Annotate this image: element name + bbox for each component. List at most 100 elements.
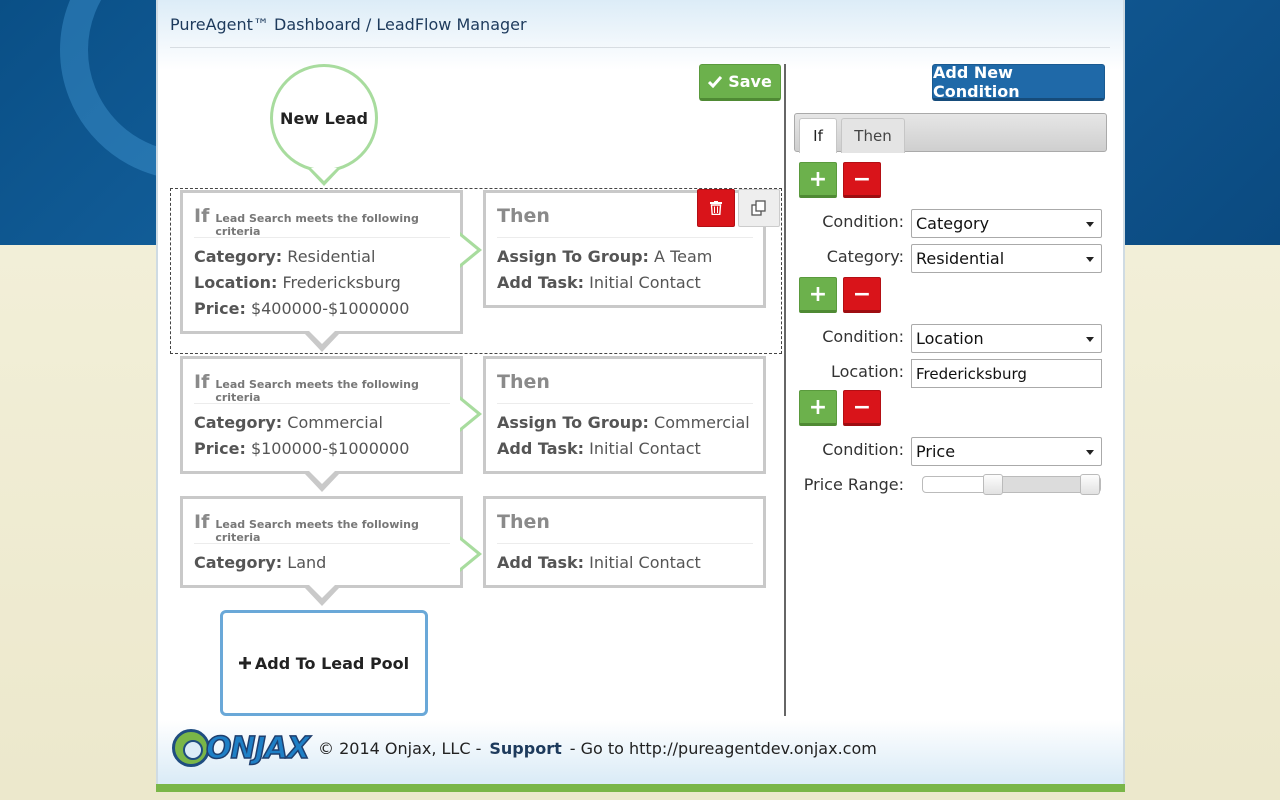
support-link[interactable]: Support [489,739,561,758]
connector-arrow-inner [460,540,477,568]
rule-1-if-card[interactable]: If Lead Search meets the following criter… [180,190,463,334]
chevron-down-icon [1086,222,1094,227]
chevron-down-icon [1086,450,1094,455]
action-row: Assign To Group: Commercial [497,410,753,436]
condition-label: Condition: [822,440,904,459]
action-key: Add Task: [497,439,585,458]
trash-icon [710,201,722,215]
condition-row: Price: $400000-$1000000 [194,296,450,322]
flow-arrow-down-inner [309,471,335,484]
condition-select-value: Location [916,329,984,348]
connector-arrow-inner [460,400,477,428]
save-label: Save [728,72,772,91]
then-title: Then [497,511,550,533]
rule-3-if-card[interactable]: If Lead Search meets the following criter… [180,496,463,588]
rule-2-if-card[interactable]: If Lead Search meets the following criter… [180,356,463,474]
condition-row: Price: $100000-$1000000 [194,436,450,462]
add-condition-button[interactable]: + [799,277,837,313]
footer: ONJAX © 2014 Onjax, LLC - Support - Go t… [170,726,877,770]
power-ring-icon [172,729,210,767]
remove-condition-button[interactable]: − [843,277,881,313]
add-condition-button[interactable]: + [799,390,837,426]
flow-arrow-down-inner [309,585,335,598]
tab-if[interactable]: If [799,118,837,153]
then-title: Then [497,371,550,393]
tab-then[interactable]: Then [841,118,905,153]
breadcrumb: PureAgent™ Dashboard / LeadFlow Manager [170,15,527,34]
condition-select[interactable]: Price [911,437,1102,466]
panel-divider [784,64,786,716]
action-value: Initial Contact [589,553,701,572]
onjax-logo: ONJAX [170,727,311,769]
if-title: If [194,511,210,533]
action-key: Assign To Group: [497,247,649,266]
condition-row: Category: Land [194,550,450,576]
condition-select-value: Price [916,442,956,461]
footer-accent-bar [156,784,1125,792]
chevron-down-icon [1086,337,1094,342]
card-divider [497,543,753,544]
remove-condition-button[interactable]: − [843,162,881,198]
condition-label: Condition: [822,327,904,346]
remove-condition-button[interactable]: − [843,390,881,426]
condition-key: Category: [194,413,283,432]
category-select[interactable]: Residential [911,244,1102,273]
condition-value: Land [287,553,327,572]
condition-key: Location: [194,273,278,292]
condition-label: Condition: [822,212,904,231]
copy-rule-button[interactable] [738,189,780,227]
start-node-pointer-inner [311,168,337,181]
add-new-condition-button[interactable]: Add New Condition [932,63,1105,101]
condition-row: Category: Residential [194,244,450,270]
action-row: Add Task: Initial Contact [497,436,753,462]
chevron-down-icon [1086,257,1094,262]
add-to-lead-pool-node[interactable]: Add To Lead Pool [220,610,428,716]
slider-handle-low[interactable] [982,474,1003,495]
rule-3-then-card[interactable]: Then Add Task: Initial Contact [483,496,766,588]
start-node-new-lead[interactable]: New Lead [270,64,378,172]
action-row: Add Task: Initial Contact [497,270,753,296]
copy-icon [751,200,766,216]
category-label: Category: [826,247,904,266]
if-subtitle: Lead Search meets the following criteria [215,378,419,404]
condition-key: Category: [194,247,283,266]
add-condition-button[interactable]: + [799,162,837,198]
editor-tabs: If Then [794,113,1107,153]
if-title: If [194,205,210,227]
action-key: Add Task: [497,273,585,292]
condition-select-value: Category [916,214,990,233]
condition-key: Price: [194,299,246,318]
card-divider [497,237,753,238]
condition-select[interactable]: Location [911,324,1102,353]
then-title: Then [497,205,550,227]
condition-select[interactable]: Category [911,209,1102,238]
action-value: Initial Contact [589,273,701,292]
header-divider [170,47,1110,48]
if-title: If [194,371,210,393]
condition-key: Price: [194,439,246,458]
action-row: Assign To Group: A Team [497,244,753,270]
delete-rule-button[interactable] [697,189,735,227]
price-range-slider[interactable] [922,474,1101,495]
if-subtitle: Lead Search meets the following criteria [215,518,419,544]
condition-value: $400000-$1000000 [250,299,410,318]
lead-pool-label: Add To Lead Pool [254,653,410,673]
location-input[interactable] [911,359,1102,388]
connector-arrow-inner [460,236,477,264]
rule-2-then-card[interactable]: Then Assign To Group: Commercial Add Tas… [483,356,766,474]
card-divider [497,403,753,404]
action-key: Assign To Group: [497,413,649,432]
condition-row: Category: Commercial [194,410,450,436]
price-range-label: Price Range: [803,475,904,494]
condition-key: Category: [194,553,283,572]
condition-value: $100000-$1000000 [250,439,410,458]
slider-handle-high[interactable] [1080,474,1100,495]
support-url-text: - Go to http://pureagentdev.onjax.com [569,738,877,758]
action-value: A Team [654,247,713,266]
save-button[interactable]: Save [699,64,781,101]
plus-icon [238,657,251,669]
logo-text: ONJAX [205,730,311,767]
slider-range [992,477,1090,492]
condition-value: Fredericksburg [282,273,401,292]
condition-value: Commercial [287,413,383,432]
